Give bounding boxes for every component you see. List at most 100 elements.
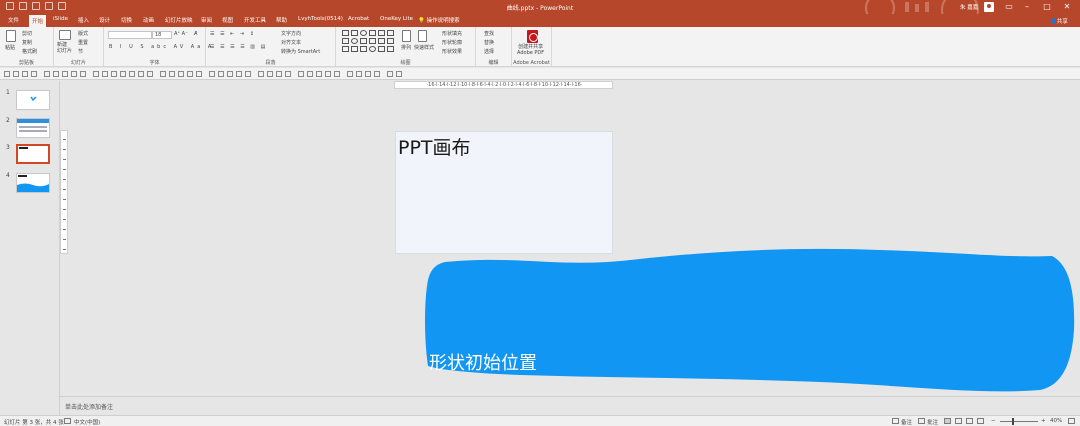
- toolbar-icon[interactable]: [245, 71, 251, 77]
- shape-label[interactable]: 形状初始位置: [429, 349, 537, 375]
- shape-fill-button[interactable]: 形状填充: [442, 30, 462, 37]
- close-icon[interactable]: ✕: [1060, 1, 1074, 13]
- toolbar-icon[interactable]: [227, 71, 233, 77]
- language-indicator[interactable]: 中文(中国): [74, 418, 100, 426]
- notes-icon[interactable]: [892, 418, 899, 424]
- tab-islide[interactable]: iSlide: [53, 16, 68, 22]
- fit-slide-icon[interactable]: [1068, 418, 1075, 424]
- toolbar-icon[interactable]: [356, 71, 362, 77]
- tab-home[interactable]: 开始: [29, 15, 47, 27]
- notes-pane[interactable]: 单击此处添加备注: [60, 396, 1080, 415]
- section-button[interactable]: 节: [78, 48, 83, 55]
- smartart-button[interactable]: 转换为 SmartArt: [281, 48, 320, 55]
- slide-thumbnail-1[interactable]: [16, 90, 50, 110]
- font-size-select[interactable]: 18: [152, 31, 172, 39]
- comments-icon[interactable]: [918, 418, 925, 424]
- toolbar-icon[interactable]: [347, 71, 353, 77]
- spellcheck-icon[interactable]: [64, 418, 71, 424]
- toolbar-icon[interactable]: [129, 71, 135, 77]
- toolbar-icon[interactable]: [147, 71, 153, 77]
- shape-outline-button[interactable]: 形状轮廓: [442, 39, 462, 46]
- align-buttons[interactable]: ☰ ☰ ☰ ☰ ▥ ▤: [210, 44, 267, 50]
- arrange-button[interactable]: 排列: [401, 44, 411, 51]
- select-button[interactable]: 选择: [484, 48, 494, 55]
- tab-view[interactable]: 视图: [222, 16, 233, 24]
- tab-file[interactable]: 文件: [8, 16, 19, 24]
- toolbar-icon[interactable]: [298, 71, 304, 77]
- cut-button[interactable]: 剪切: [22, 30, 32, 37]
- quick-styles-icon[interactable]: [418, 30, 427, 42]
- toolbar-icon[interactable]: [31, 71, 37, 77]
- toolbar-icon[interactable]: [236, 71, 242, 77]
- toolbar-icon[interactable]: [93, 71, 99, 77]
- normal-view-icon[interactable]: [944, 418, 951, 424]
- minimize-icon[interactable]: –: [1020, 1, 1034, 13]
- toolbar-icon[interactable]: [218, 71, 224, 77]
- toolbar-icon[interactable]: [187, 71, 193, 77]
- toolbar-icon[interactable]: [71, 71, 77, 77]
- toolbar-icon[interactable]: [396, 71, 402, 77]
- toolbar-icon[interactable]: [138, 71, 144, 77]
- font-style-buttons[interactable]: B I U S abc AV Aa A: [109, 44, 214, 50]
- toolbar-icon[interactable]: [62, 71, 68, 77]
- zoom-level[interactable]: 40%: [1050, 418, 1062, 424]
- tab-help[interactable]: 帮助: [276, 16, 287, 24]
- toolbar-icon[interactable]: [365, 71, 371, 77]
- toolbar-icon[interactable]: [22, 71, 28, 77]
- toolbar-icon[interactable]: [334, 71, 340, 77]
- toolbar-icon[interactable]: [285, 71, 291, 77]
- tab-insert[interactable]: 插入: [78, 16, 89, 24]
- new-slide-icon[interactable]: [59, 30, 71, 40]
- toolbar-icon[interactable]: [325, 71, 331, 77]
- shape-effects-button[interactable]: 形状效果: [442, 48, 462, 55]
- tab-acrobat[interactable]: Acrobat: [348, 16, 369, 22]
- toolbar-icon[interactable]: [13, 71, 19, 77]
- reading-view-icon[interactable]: [966, 418, 973, 424]
- toolbar-icon[interactable]: [102, 71, 108, 77]
- share-button[interactable]: 👤共享: [1050, 17, 1068, 25]
- comments-button[interactable]: 批注: [927, 418, 938, 426]
- text-direction-button[interactable]: 文字方向: [281, 30, 301, 37]
- toolbar-icon[interactable]: [178, 71, 184, 77]
- quick-styles-button[interactable]: 快速样式: [414, 44, 434, 51]
- toolbar-icon[interactable]: [111, 71, 117, 77]
- tell-me-search[interactable]: 💡 操作说明搜索: [418, 16, 460, 24]
- tab-onekey[interactable]: OneKey Lite: [380, 16, 413, 22]
- find-button[interactable]: 查找: [484, 30, 494, 37]
- layout-button[interactable]: 版式: [78, 30, 88, 37]
- zoom-out-button[interactable]: −: [991, 418, 996, 424]
- toolbar-icon[interactable]: [316, 71, 322, 77]
- toolbar-icon[interactable]: [4, 71, 10, 77]
- slide-thumbnail-3[interactable]: [16, 144, 50, 164]
- toolbar-icon[interactable]: [53, 71, 59, 77]
- create-pdf-button[interactable]: 创建并共享 Adobe PDF: [517, 44, 544, 56]
- toolbar-icon[interactable]: [209, 71, 215, 77]
- replace-button[interactable]: 替换: [484, 39, 494, 46]
- user-name[interactable]: 朱 嘉嘉: [960, 3, 978, 11]
- zoom-in-button[interactable]: +: [1041, 418, 1046, 424]
- toolbar-icon[interactable]: [120, 71, 126, 77]
- toolbar-icon[interactable]: [160, 71, 166, 77]
- slide-canvas[interactable]: PPT画布: [395, 131, 613, 254]
- paste-icon[interactable]: [6, 30, 16, 42]
- arrange-icon[interactable]: [402, 30, 411, 42]
- maximize-icon[interactable]: □: [1040, 1, 1054, 13]
- reset-button[interactable]: 重置: [78, 39, 88, 46]
- format-painter-button[interactable]: 格式刷: [22, 48, 37, 55]
- toolbar-icon[interactable]: [387, 71, 393, 77]
- adobe-pdf-icon[interactable]: [527, 30, 538, 43]
- zoom-slider[interactable]: [1000, 421, 1038, 422]
- zoom-slider-thumb[interactable]: [1012, 418, 1014, 425]
- notes-placeholder[interactable]: 单击此处添加备注: [65, 402, 113, 411]
- list-buttons[interactable]: ☰ ☰ ⇤ ⇥ ↕: [210, 31, 256, 37]
- toolbar-icon[interactable]: [267, 71, 273, 77]
- toolbar-icon[interactable]: [374, 71, 380, 77]
- grow-font-icon[interactable]: A⁺ A⁻: [174, 31, 188, 37]
- tab-transitions[interactable]: 切换: [121, 16, 132, 24]
- align-text-button[interactable]: 对齐文本: [281, 39, 301, 46]
- tab-animations[interactable]: 动画: [143, 16, 154, 24]
- avatar[interactable]: [984, 2, 994, 12]
- toolbar-icon[interactable]: [258, 71, 264, 77]
- slide-thumbnail-4[interactable]: [16, 173, 50, 193]
- tab-developer[interactable]: 开发工具: [244, 16, 266, 24]
